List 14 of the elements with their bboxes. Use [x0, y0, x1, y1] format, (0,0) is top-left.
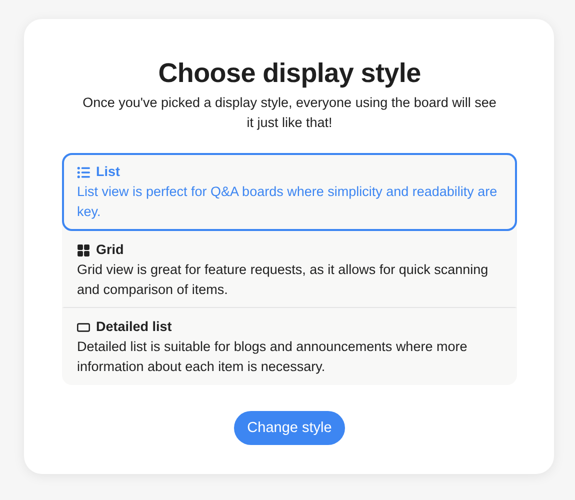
option-description: Detailed list is suitable for blogs and announcements where more information about each item is necessary.	[77, 338, 468, 376]
rectangle-icon	[77, 320, 90, 334]
change-style-button[interactable]: Change style	[234, 411, 345, 445]
style-option[interactable]: Grid Grid view is great for feature requests, as it allows for quick scanning and comparison of items.	[62, 231, 517, 308]
list-icon	[77, 166, 90, 178]
option-description: List view is perfect for Q&A boards where simplicity and readability are key.	[77, 183, 498, 221]
option-description: Grid view is great for feature requests, as it allows for quick scanning and comparison of items.	[77, 261, 490, 299]
grid-icon	[77, 244, 90, 256]
option-label: List	[96, 163, 120, 181]
style-option[interactable]: Detailed list Detailed list is suitable for blogs and announcements where more information about each item is necessary.	[62, 308, 517, 385]
dialog-title: Choose display style	[157, 57, 422, 89]
option-label: Grid	[96, 241, 124, 259]
option-label: Detailed list	[96, 318, 172, 336]
dialog-subtitle: Once you've picked a display style, everyone using the board will see it just like that!	[82, 94, 498, 132]
